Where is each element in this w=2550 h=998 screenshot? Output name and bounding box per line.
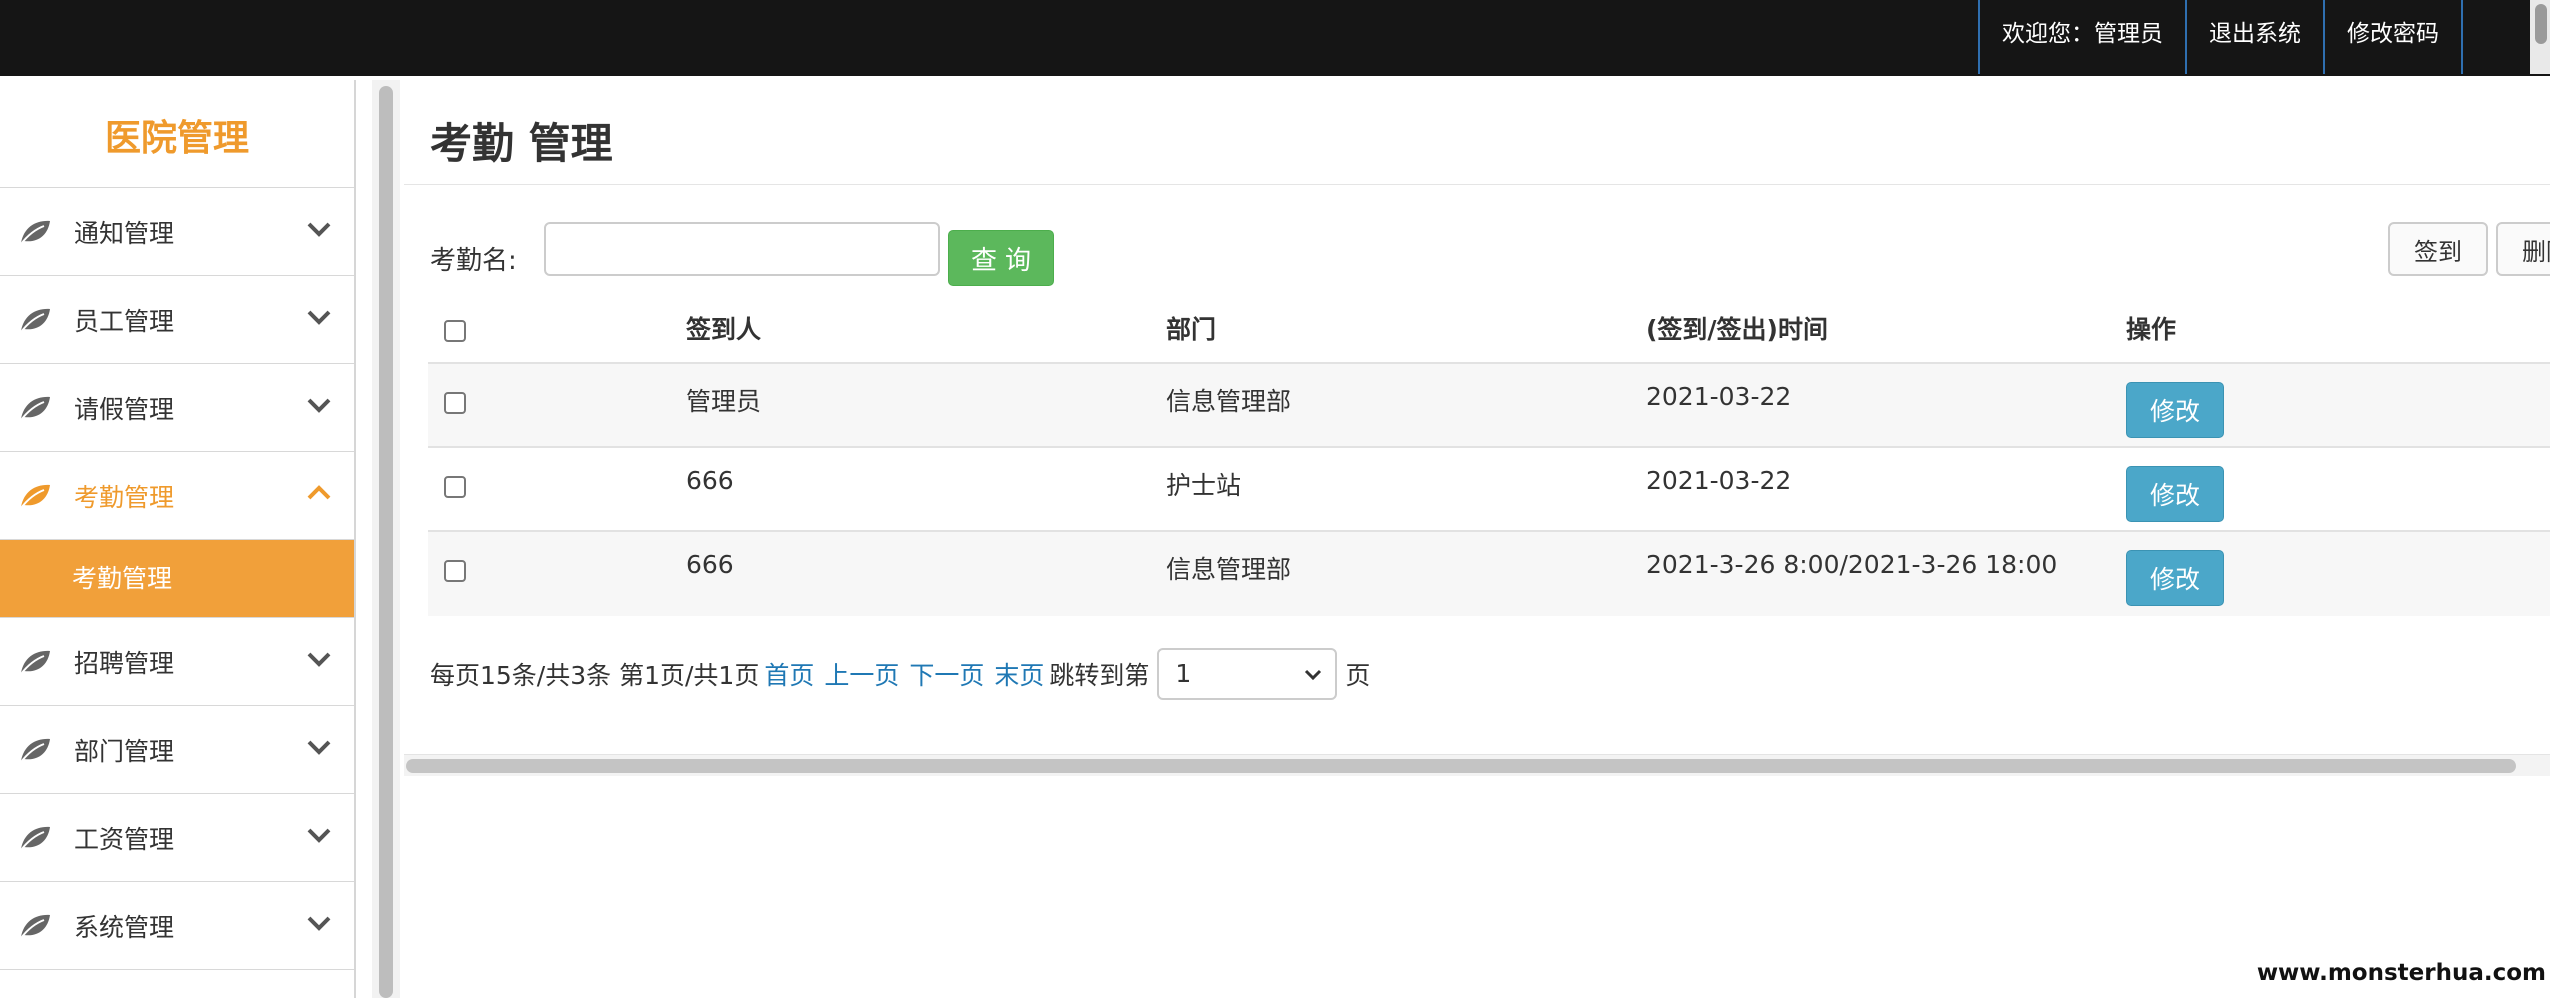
edit-button[interactable]: 修改 — [2126, 382, 2224, 438]
sidebar-item-leave[interactable]: 请假管理 — [0, 364, 354, 452]
chevron-down-icon — [1305, 669, 1322, 681]
table-row: 666 信息管理部 2021-3-26 8:00/2021-3-26 18:00… — [428, 532, 2550, 616]
delete-button[interactable]: 删除 — [2496, 222, 2550, 276]
next-page-link[interactable]: 下一页 — [909, 656, 984, 692]
sidebar-item-label: 工资管理 — [74, 824, 175, 854]
last-page-link[interactable]: 末页 — [994, 656, 1044, 692]
select-all-checkbox[interactable] — [444, 320, 466, 342]
leaf-icon — [20, 308, 50, 333]
leaf-icon — [20, 826, 50, 851]
window-scrollbar[interactable] — [2530, 0, 2550, 74]
chevron-down-icon — [307, 222, 331, 237]
divider — [404, 184, 2550, 185]
chevron-down-icon — [307, 740, 331, 755]
cell-dept: 信息管理部 — [1166, 387, 1292, 416]
cell-person: 管理员 — [686, 387, 762, 416]
row-checkbox[interactable] — [444, 560, 466, 582]
leaf-icon — [20, 484, 50, 509]
pager-summary: 每页15条/共3条 第1页/共1页 — [430, 661, 760, 690]
sidebar-item-label: 招聘管理 — [74, 648, 175, 678]
cell-person: 666 — [686, 466, 734, 495]
page-select-value: 1 — [1175, 659, 1192, 688]
first-page-link[interactable]: 首页 — [764, 656, 814, 692]
leaf-icon — [20, 396, 50, 421]
top-bar: 欢迎您：管理员 退出系统 修改密码 — [0, 0, 2550, 76]
horizontal-scrollbar[interactable] — [404, 754, 2550, 776]
scroll-thumb[interactable] — [379, 86, 393, 998]
sidebar-item-system[interactable]: 系统管理 — [0, 882, 354, 970]
sidebar-item-salary[interactable]: 工资管理 — [0, 794, 354, 882]
cell-person: 666 — [686, 550, 734, 579]
cell-dept: 信息管理部 — [1166, 555, 1292, 584]
sidebar-item-label: 考勤管理 — [74, 482, 175, 512]
edit-button[interactable]: 修改 — [2126, 550, 2224, 606]
sidebar-item-staff[interactable]: 员工管理 — [0, 276, 354, 364]
page-unit: 页 — [1345, 661, 1371, 690]
prev-page-link[interactable]: 上一页 — [824, 656, 899, 692]
frame-scrollbar[interactable] — [372, 80, 400, 998]
delete-button-clip: 删除 — [2496, 222, 2550, 276]
table-header: 签到人 部门 (签到/签出)时间 操作 — [428, 292, 2550, 364]
col-header-dept: 部门 — [1166, 315, 1217, 344]
sidebar-item-label: 员工管理 — [74, 306, 175, 336]
scroll-thumb[interactable] — [2535, 4, 2547, 44]
sidebar-item-department[interactable]: 部门管理 — [0, 706, 354, 794]
chevron-down-icon — [307, 916, 331, 931]
leaf-icon — [20, 738, 50, 763]
leaf-icon — [20, 650, 50, 675]
sidebar-item-notice[interactable]: 通知管理 — [0, 188, 354, 276]
logout-link[interactable]: 退出系统 — [2185, 0, 2323, 74]
table-row: 666 护士站 2021-03-22 修改 — [428, 448, 2550, 532]
row-checkbox[interactable] — [444, 476, 466, 498]
cell-dept: 护士站 — [1166, 471, 1242, 500]
attendance-table: 签到人 部门 (签到/签出)时间 操作 管理员 信息管理部 2021-03-22… — [428, 292, 2550, 616]
brand-title: 医院管理 — [0, 80, 354, 188]
jump-label: 跳转到第 — [1049, 661, 1150, 690]
search-input[interactable] — [544, 222, 940, 276]
chevron-down-icon — [307, 828, 331, 843]
cell-time: 2021-03-22 — [1646, 466, 1792, 495]
main-content: 考勤 管理 考勤名: 查询 签到 删除 签到人 部门 (签到/签出)时间 操作 … — [404, 80, 2550, 998]
edit-button[interactable]: 修改 — [2126, 466, 2224, 522]
sidebar: 医院管理 通知管理 员工管理 请假管理 考勤管理 考勤管理 招聘管理 部门管理 … — [0, 80, 356, 998]
top-menu: 欢迎您：管理员 退出系统 修改密码 — [1978, 0, 2463, 74]
search-label: 考勤名: — [430, 246, 517, 276]
change-password-link[interactable]: 修改密码 — [2323, 0, 2463, 74]
col-header-time: (签到/签出)时间 — [1646, 315, 1828, 344]
sidebar-item-label: 请假管理 — [74, 394, 175, 424]
query-button[interactable]: 查询 — [948, 230, 1054, 286]
scroll-thumb[interactable] — [406, 759, 2516, 773]
sidebar-item-label: 系统管理 — [74, 912, 175, 942]
cell-time: 2021-3-26 8:00/2021-3-26 18:00 — [1646, 550, 2058, 579]
sign-in-button[interactable]: 签到 — [2388, 222, 2488, 276]
chevron-down-icon — [307, 652, 331, 667]
page-title: 考勤 管理 — [430, 119, 613, 168]
watermark: www.monsterhua.com — [2256, 960, 2546, 986]
sidebar-item-attendance[interactable]: 考勤管理 — [0, 452, 354, 540]
cell-time: 2021-03-22 — [1646, 382, 1792, 411]
table-row: 管理员 信息管理部 2021-03-22 修改 — [428, 364, 2550, 448]
sidebar-subitem-attendance[interactable]: 考勤管理 — [0, 540, 354, 618]
col-header-person: 签到人 — [686, 315, 762, 344]
page-select[interactable]: 1 — [1157, 648, 1338, 700]
chevron-up-icon — [307, 485, 331, 500]
chevron-down-icon — [307, 398, 331, 413]
leaf-icon — [20, 914, 50, 939]
sidebar-item-label: 部门管理 — [74, 736, 175, 766]
chevron-down-icon — [307, 310, 331, 325]
welcome-user: 欢迎您：管理员 — [1978, 0, 2185, 74]
row-checkbox[interactable] — [444, 392, 466, 414]
sidebar-item-recruit[interactable]: 招聘管理 — [0, 618, 354, 706]
col-header-action: 操作 — [2126, 315, 2177, 344]
pagination: 每页15条/共3条 第1页/共1页 首页 上一页 下一页 末页 跳转到第 1 页 — [430, 648, 1370, 700]
sidebar-item-label: 通知管理 — [74, 218, 175, 248]
leaf-icon — [20, 220, 50, 245]
